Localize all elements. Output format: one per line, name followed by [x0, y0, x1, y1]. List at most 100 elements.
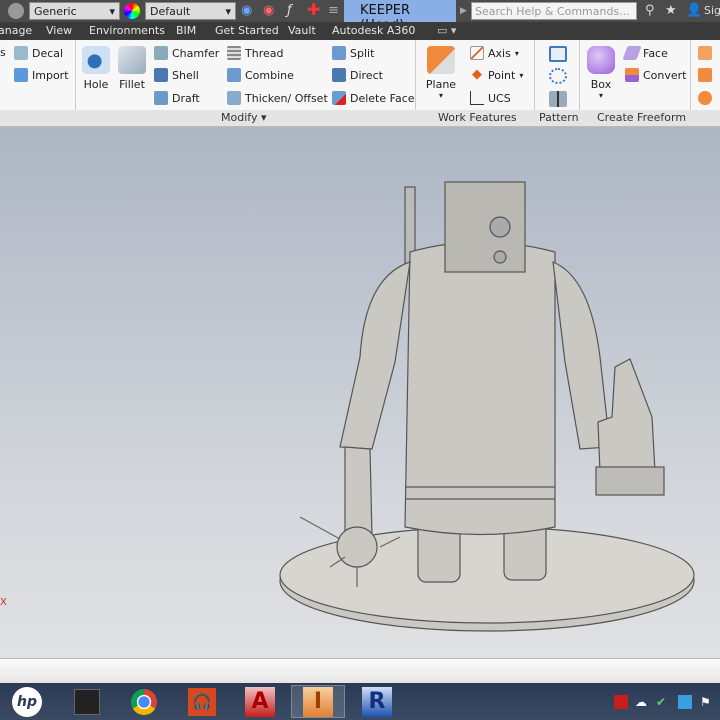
- tab-environments[interactable]: Environments: [89, 24, 165, 37]
- axis-button[interactable]: Axis ▾: [470, 46, 519, 60]
- app-icon[interactable]: [8, 2, 24, 20]
- delete-face-button[interactable]: Delete Face: [332, 91, 415, 105]
- thicken-offset-button[interactable]: Thicken/ Offset: [227, 91, 328, 105]
- material-dropdown[interactable]: Generic ▾: [29, 2, 120, 20]
- draft-button[interactable]: Draft: [154, 91, 200, 105]
- flag-tray-icon[interactable]: ⚑: [700, 695, 714, 709]
- split-button[interactable]: Split: [332, 46, 374, 60]
- delete-face-label: Delete Face: [350, 91, 415, 105]
- status-bar: [0, 658, 720, 683]
- ribbon: s Decal Import Hole Fillet Chamfer Shell…: [0, 40, 720, 110]
- axis-icon: [470, 46, 484, 60]
- import-icon: [14, 68, 28, 82]
- box-label: Box: [590, 78, 612, 91]
- split-icon: [332, 46, 346, 60]
- draft-icon: [154, 91, 168, 105]
- hp-logo-icon: hp: [12, 686, 42, 717]
- patch-icon[interactable]: [698, 68, 712, 82]
- decal-button[interactable]: Decal: [14, 46, 63, 60]
- add-icon[interactable]: ✚: [307, 0, 320, 19]
- ucs-button[interactable]: UCS: [470, 91, 511, 105]
- material-value: Generic: [34, 4, 77, 18]
- fx-icon[interactable]: ƒ: [287, 3, 292, 18]
- split-label: Split: [350, 46, 375, 60]
- 3d-viewport[interactable]: X: [0, 127, 720, 658]
- chrome-icon: [131, 688, 157, 715]
- model-left-arm: [339, 261, 411, 450]
- customize-icon[interactable]: ≡: [328, 3, 339, 18]
- network-tray-icon[interactable]: [678, 695, 692, 709]
- appearance-dropdown[interactable]: Default ▾: [145, 2, 236, 20]
- thicken-label: Thicken/ Offset: [245, 91, 328, 105]
- taskbar-music[interactable]: 🎧: [175, 685, 229, 718]
- tab-bim[interactable]: BIM: [176, 24, 196, 37]
- import-button[interactable]: Import: [14, 68, 69, 82]
- tab-get-started[interactable]: Get Started: [215, 24, 279, 37]
- decal-label: Decal: [32, 46, 64, 60]
- cut-label[interactable]: s: [0, 46, 6, 59]
- freeform-box-icon: [587, 46, 615, 74]
- revit-icon: R: [362, 686, 392, 717]
- expand-icon[interactable]: ▶: [460, 6, 467, 16]
- shell-label: Shell: [172, 68, 199, 82]
- convert-icon: [625, 68, 639, 82]
- search-input[interactable]: Search Help & Commands...: [471, 2, 637, 20]
- decal-icon: [14, 46, 28, 60]
- convert-button[interactable]: Convert: [625, 68, 687, 82]
- shell-icon: [154, 68, 168, 82]
- favorites-star-icon[interactable]: ★: [665, 3, 677, 18]
- combine-button[interactable]: Combine: [227, 68, 294, 82]
- ribbon-tabs: anage View Environments BIM Get Started …: [0, 22, 720, 40]
- tab-manage[interactable]: anage: [0, 24, 32, 37]
- ribbon-options-icon[interactable]: ▭ ▾: [437, 24, 456, 37]
- fillet-button[interactable]: Fillet: [116, 46, 148, 91]
- modify-panel-label[interactable]: Modify ▾: [221, 111, 266, 124]
- point-button[interactable]: ◆ Point ▾: [470, 68, 523, 82]
- thread-label: Thread: [245, 46, 284, 60]
- tab-autodesk-a360[interactable]: Autodesk A360: [332, 24, 415, 37]
- taskbar-touch-app[interactable]: [60, 685, 114, 718]
- convert-label: Convert: [643, 68, 687, 82]
- face-icon: [622, 46, 642, 60]
- title-bar: Generic ▾ Default ▾ ◉ ◉ ƒ ✚ ≡ KEEPER (Head…: [0, 0, 720, 33]
- shell-button[interactable]: Shell: [154, 68, 199, 82]
- thicken-icon: [227, 91, 241, 105]
- action-center-tray-icon[interactable]: ✔: [656, 695, 670, 709]
- tab-view[interactable]: View: [46, 24, 72, 37]
- face-button[interactable]: Face: [622, 46, 668, 60]
- mirror-icon[interactable]: [549, 91, 567, 107]
- chevron-down-icon: ▾: [598, 91, 603, 100]
- pattern-panel-label: Pattern: [539, 111, 579, 124]
- taskbar-chrome[interactable]: [117, 685, 171, 718]
- thread-button[interactable]: Thread: [227, 46, 283, 60]
- taskbar-revit[interactable]: R: [350, 685, 404, 718]
- work-features-panel-label: Work Features: [438, 111, 517, 124]
- chamfer-icon: [154, 46, 168, 60]
- acrobat-tray-icon[interactable]: [614, 695, 628, 709]
- inventor-icon: I: [303, 686, 333, 717]
- point-label: Point: [488, 68, 516, 82]
- taskbar-inventor[interactable]: I: [291, 685, 345, 718]
- direct-button[interactable]: Direct: [332, 68, 383, 82]
- user-icon[interactable]: 👤: [686, 3, 702, 18]
- clear-appearance-icon[interactable]: ◉: [263, 3, 274, 18]
- surface-icon[interactable]: [698, 46, 712, 60]
- communication-icon[interactable]: ⚲: [645, 3, 655, 18]
- autocad-icon: A: [245, 686, 275, 717]
- face-label: Face: [643, 46, 668, 60]
- cloud-tray-icon[interactable]: ☁: [635, 695, 649, 709]
- tab-vault[interactable]: Vault: [288, 24, 316, 37]
- hp-button[interactable]: hp: [0, 685, 54, 718]
- sign-in-link[interactable]: Sig: [704, 4, 720, 17]
- rectangular-pattern-icon[interactable]: [549, 46, 567, 62]
- sculpt-icon[interactable]: [698, 91, 712, 105]
- appearance-value: Default: [150, 4, 191, 18]
- plane-button[interactable]: Plane ▾: [424, 46, 458, 100]
- adjust-appearance-icon[interactable]: ◉: [241, 3, 252, 18]
- taskbar-autocad[interactable]: A: [233, 685, 287, 718]
- hole-button[interactable]: Hole: [80, 46, 112, 91]
- import-label: Import: [32, 68, 69, 82]
- chamfer-button[interactable]: Chamfer: [154, 46, 219, 60]
- circular-pattern-icon[interactable]: [549, 68, 567, 84]
- box-button[interactable]: Box ▾: [585, 46, 617, 100]
